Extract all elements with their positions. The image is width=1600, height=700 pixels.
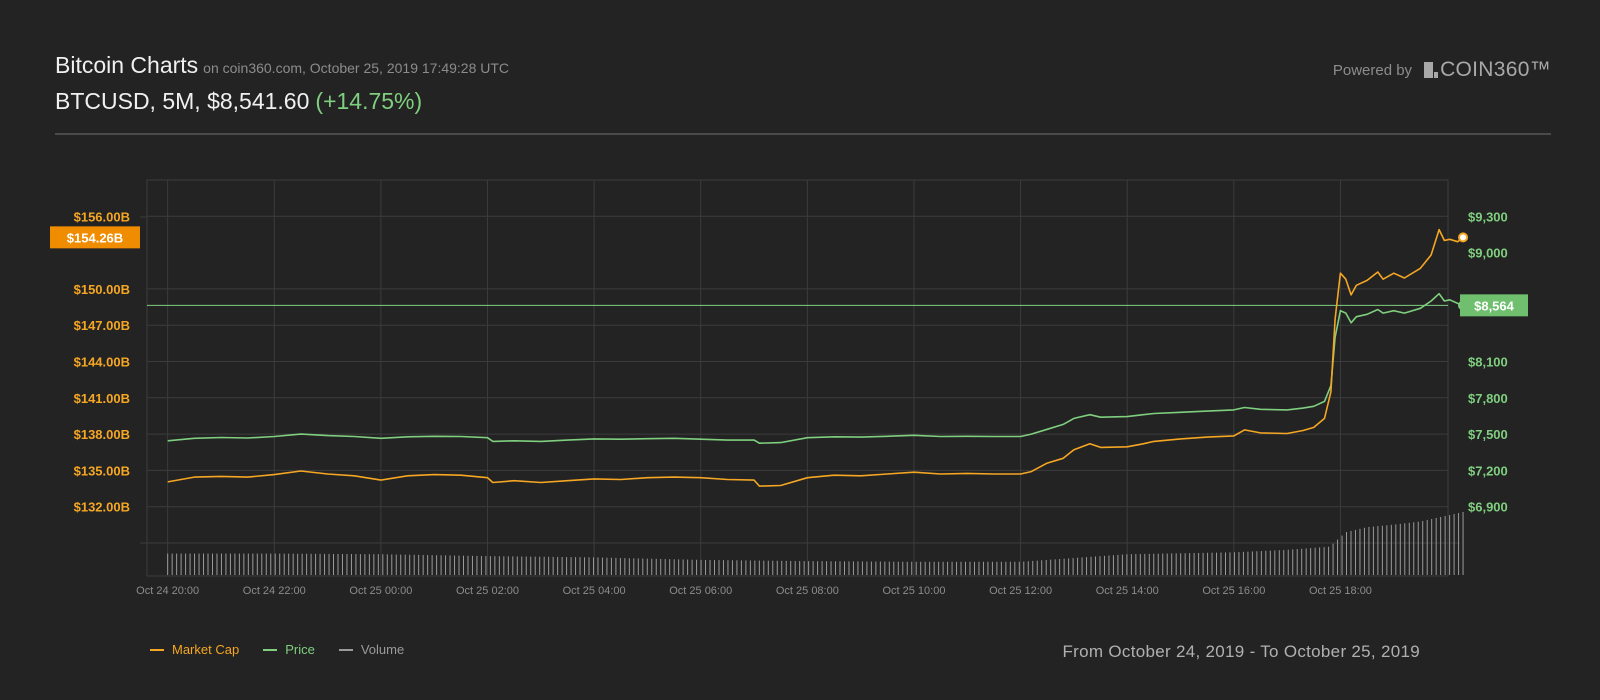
left-axis-label: $150.00B (74, 282, 130, 297)
market-cap-line-end-marker (1458, 232, 1469, 243)
btc-chart[interactable]: Oct 24 20:00 Oct 24 22:00 Oct 25 00:00 Oct … (0, 0, 1600, 700)
legend-swatch-volume (338, 648, 353, 651)
legend-label-market-cap: Market Cap (172, 642, 240, 657)
legend-label-price: Price (285, 642, 315, 657)
date-range: From October 24, 2019 - To October 25, 2… (1062, 642, 1420, 661)
x-tick-label: Oct 25 12:00 (989, 585, 1052, 597)
market-cap-line (167, 228, 1464, 487)
left-axis-label: $135.00B (74, 463, 130, 478)
legend-item-price[interactable]: Price (263, 642, 315, 657)
x-tick-label: Oct 25 16:00 (1202, 585, 1265, 597)
left-axis-label: $138.00B (74, 427, 130, 442)
legend-swatch-price (263, 648, 278, 651)
right-axis-label: $7,200 (1468, 463, 1508, 478)
price-line (167, 292, 1464, 444)
right-axis-label: $9,300 (1468, 209, 1508, 224)
x-tick-label: Oct 25 04:00 (563, 585, 626, 597)
legend-item-volume[interactable]: Volume (338, 642, 405, 657)
x-tick-label: Oct 25 00:00 (349, 585, 412, 597)
x-tick-label: Oct 25 02:00 (456, 585, 519, 597)
x-tick-label: Oct 25 06:00 (669, 585, 732, 597)
left-axis-label: $132.00B (74, 500, 130, 515)
right-axis-label: $7,800 (1468, 391, 1508, 406)
left-axis-label: $141.00B (74, 391, 130, 406)
chart-legend: Market Cap Price Volume (150, 642, 428, 657)
right-axis-label: $8,100 (1468, 355, 1508, 370)
left-axis-label: $147.00B (74, 318, 130, 333)
right-axis-label: $7,500 (1468, 427, 1508, 442)
legend-swatch-market-cap (150, 648, 164, 651)
x-tick-label: Oct 25 14:00 (1096, 585, 1159, 597)
x-tick-label: Oct 25 08:00 (776, 585, 839, 597)
market-cap-current-value: $154.26B (67, 230, 123, 245)
left-axis-label: $156.00B (74, 209, 130, 224)
legend-label-volume: Volume (360, 642, 405, 657)
legend-item-market-cap[interactable]: Market Cap (150, 642, 239, 657)
price-current-value: $8,564 (1474, 298, 1515, 313)
x-tick-label: Oct 24 20:00 (136, 585, 199, 597)
right-axis-label: $9,000 (1468, 246, 1508, 261)
left-axis-label: $144.00B (74, 355, 130, 370)
x-tick-label: Oct 25 10:00 (882, 585, 945, 597)
x-tick-label: Oct 25 18:00 (1309, 585, 1372, 597)
plot-frame (146, 179, 1449, 577)
x-tick-label: Oct 24 22:00 (243, 585, 306, 597)
right-axis-label: $6,900 (1468, 500, 1508, 515)
